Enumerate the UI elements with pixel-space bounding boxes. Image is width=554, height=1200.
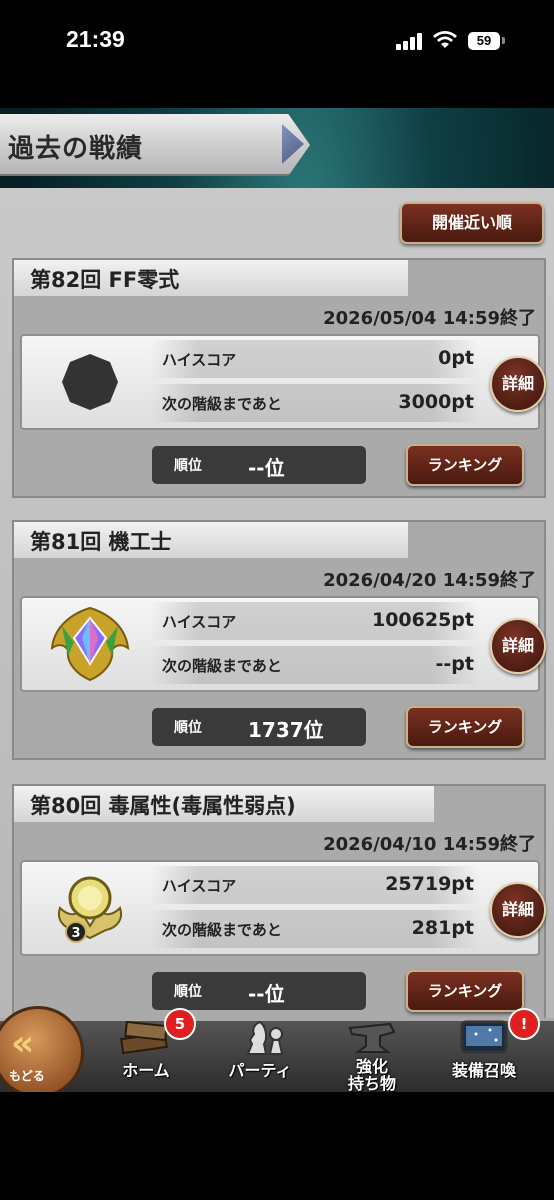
nav-label: パーティ	[228, 1061, 292, 1080]
header-banner: 過去の戦績	[0, 114, 310, 176]
summon-gate-icon	[460, 1020, 508, 1054]
emblem-number: 3	[71, 926, 80, 941]
sort-button[interactable]: 開催近い順	[400, 202, 544, 244]
empty-rank-emblem-icon	[62, 354, 118, 410]
status-bar: 21:39 59	[0, 0, 554, 108]
rank-box: 順位 --位	[152, 446, 366, 484]
next-rank-row: 次の階級まであと 281pt	[150, 910, 480, 948]
rank-box: 順位 1737位	[152, 708, 366, 746]
crystal-rank-emblem-icon	[50, 606, 130, 682]
next-rank-label: 次の階級まであと	[162, 395, 282, 413]
next-rank-label: 次の階級まであと	[162, 921, 282, 939]
back-label: もどる	[9, 1069, 45, 1083]
score-box: ハイスコア 0pt 次の階級まであと 3000pt 詳細	[20, 334, 546, 430]
alert-badge: !	[508, 1008, 540, 1040]
rank-row: 順位 1737位 ランキング	[20, 700, 536, 756]
nav-label: 強化 持ち物	[347, 1057, 396, 1092]
event-header: 第80回 毒属性(毒属性弱点)	[14, 786, 434, 822]
high-score-label: ハイスコア	[162, 877, 237, 895]
detail-button[interactable]: 詳細	[490, 618, 546, 674]
next-rank-row: 次の階級まであと 3000pt	[150, 384, 480, 422]
detail-button[interactable]: 詳細	[490, 882, 546, 938]
anvil-icon	[348, 1022, 396, 1053]
rank-row: 順位 --位 ランキング	[20, 438, 536, 494]
event-header: 第82回 FF零式	[14, 260, 408, 296]
clock: 21:39	[66, 26, 125, 52]
nav-label: ホーム	[122, 1061, 170, 1080]
event-card: 第82回 FF零式 2026/05/04 14:59終了 ハイスコア 0pt 次…	[12, 258, 546, 498]
rank-label: 順位	[174, 458, 202, 474]
high-score-row: ハイスコア 25719pt	[150, 866, 480, 904]
bottom-nav: « もどる 5 ホーム パーティ 強化 持ち物 ! 装備召喚	[0, 988, 554, 1092]
wifi-icon	[433, 31, 457, 48]
gold-rank-emblem-icon: 3	[58, 876, 122, 943]
signal-icon	[396, 32, 424, 50]
next-rank-value: 281pt	[411, 917, 474, 939]
notification-badge: 5	[164, 1008, 196, 1040]
high-score-label: ハイスコア	[162, 351, 237, 369]
event-title: 第80回 毒属性(毒属性弱点)	[30, 794, 296, 818]
bottom-black-area	[0, 1092, 554, 1200]
event-end-date: 2026/04/20 14:59終了	[323, 570, 536, 591]
event-header: 第81回 機工士	[14, 522, 408, 558]
double-chevron-left-icon: «	[11, 1023, 35, 1064]
rank-value: --位	[248, 456, 285, 480]
nav-label: 装備召喚	[451, 1061, 516, 1080]
high-score-row: ハイスコア 100625pt	[150, 602, 480, 640]
next-rank-value: 3000pt	[398, 391, 474, 413]
nav-equipment-summon[interactable]: ! 装備召喚	[434, 1008, 540, 1092]
page-title: 過去の戦績	[8, 134, 144, 164]
high-score-value: 25719pt	[385, 873, 474, 895]
nav-upgrade[interactable]: 強化 持ち物	[322, 1012, 422, 1092]
high-score-row: ハイスコア 0pt	[150, 340, 480, 378]
score-box: ハイスコア 100625pt 次の階級まであと --pt 詳細	[20, 596, 546, 692]
high-score-value: 0pt	[438, 347, 474, 369]
event-title: 第81回 機工士	[30, 530, 172, 554]
next-rank-label: 次の階級まであと	[162, 657, 282, 675]
ranking-button[interactable]: ランキング	[406, 706, 524, 748]
score-box: 3 ハイスコア 25719pt 次の階級まであと 281pt 詳細	[20, 860, 546, 956]
ranking-button[interactable]: ランキング	[406, 444, 524, 486]
chess-pieces-icon	[246, 1020, 284, 1055]
event-card: 第81回 機工士 2026/04/20 14:59終了 ハイスコア 100625…	[12, 520, 546, 760]
next-rank-value: --pt	[435, 653, 474, 675]
event-end-date: 2026/05/04 14:59終了	[323, 308, 536, 329]
battery-tip	[502, 37, 505, 44]
game-screen: 過去の戦績 開催近い順 第82回 FF零式 2026/05/04 14:59終了…	[0, 108, 554, 1092]
high-score-value: 100625pt	[371, 609, 474, 631]
nav-home[interactable]: 5 ホーム	[96, 1008, 196, 1092]
high-score-label: ハイスコア	[162, 613, 237, 631]
nav-party[interactable]: パーティ	[210, 1012, 310, 1092]
battery-icon: 59	[468, 32, 500, 50]
rank-value: 1737位	[248, 718, 324, 742]
event-title: 第82回 FF零式	[30, 268, 180, 292]
next-rank-row: 次の階級まであと --pt	[150, 646, 480, 684]
event-end-date: 2026/04/10 14:59終了	[323, 834, 536, 855]
detail-button[interactable]: 詳細	[490, 356, 546, 412]
rank-label: 順位	[174, 720, 202, 736]
